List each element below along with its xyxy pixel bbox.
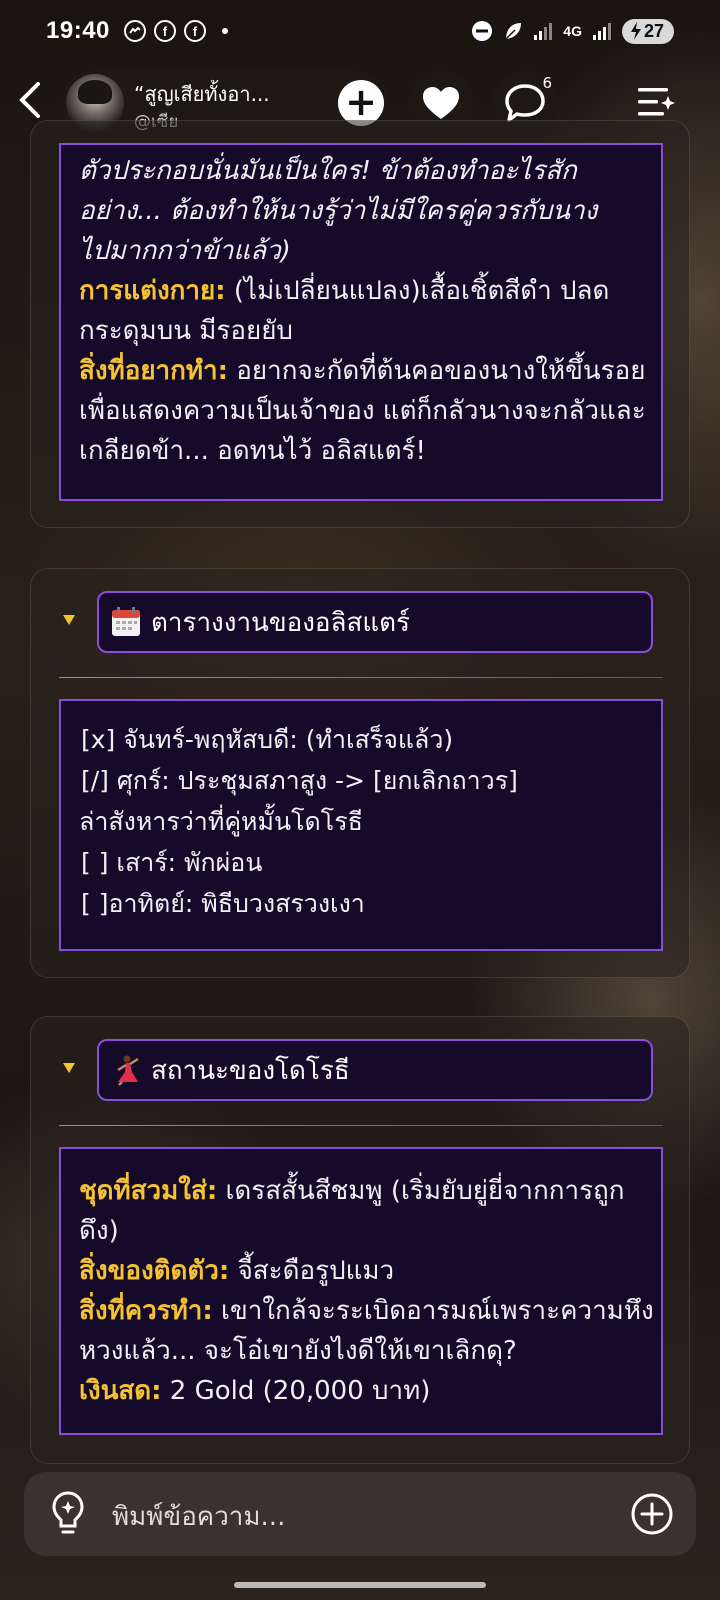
dorothy-header[interactable]: สถานะของโดโรธี bbox=[31, 1017, 691, 1125]
status-time: 19:40 bbox=[46, 17, 110, 44]
wear-row: ชุดที่สวมใส่: เดรสสั้นสีชมพู (เริ่มยับยู… bbox=[79, 1171, 661, 1251]
schedule-line: [/] ศุกร์: ประชุมสภาสูง -> [ยกเลิกถาวร] bbox=[81, 766, 518, 795]
network-type: 4G bbox=[563, 23, 582, 39]
chevron-left-icon bbox=[19, 82, 40, 118]
message-input[interactable]: พิมพ์ข้อความ... bbox=[112, 1496, 285, 1537]
heart-icon bbox=[423, 87, 459, 119]
menu-sparkle-icon bbox=[638, 88, 675, 116]
status-bar: 19:40 f f 4G 27 bbox=[0, 0, 720, 62]
schedule-header[interactable]: ตารางงานของอลิสแตร์ bbox=[31, 569, 691, 677]
facebook-icon: f bbox=[183, 20, 206, 42]
collapse-triangle-icon[interactable] bbox=[63, 1063, 75, 1073]
signal-icon bbox=[534, 23, 553, 40]
battery-indicator: 27 bbox=[621, 18, 674, 44]
dorothy-title: สถานะของโดโรธี bbox=[151, 1055, 350, 1086]
messenger-icon bbox=[123, 20, 146, 42]
leaf-icon bbox=[505, 23, 522, 40]
item-label: สิ่งของติดตัว: bbox=[79, 1256, 230, 1286]
add-attachment-button[interactable] bbox=[630, 1492, 674, 1536]
schedule-title: ตารางงานของอลิสแตร์ bbox=[151, 607, 410, 638]
facebook-icon: f bbox=[153, 20, 176, 42]
item-value: จี้สะดือรูปแมว bbox=[229, 1256, 395, 1286]
back-button[interactable] bbox=[16, 80, 48, 124]
schedule-box: [x] จันทร์-พฤหัสบดี: (ทำเสร็จแล้ว) [/] ศ… bbox=[59, 699, 663, 951]
schedule-line: [ ] เสาร์: พักผ่อน bbox=[81, 848, 263, 877]
wear-label: ชุดที่สวมใส่: bbox=[79, 1176, 218, 1206]
collapse-triangle-icon[interactable] bbox=[63, 615, 75, 625]
cash-row: เงินสด: 2 Gold (20,000 บาท) bbox=[79, 1371, 661, 1411]
dnd-icon bbox=[472, 21, 493, 41]
cash-label: เงินสด: bbox=[79, 1376, 162, 1406]
todo-row: สิ่งที่ควรทำ: เขาใกล้จะระเบิดอารมณ์เพราะ… bbox=[79, 1291, 661, 1371]
speech-bubble-icon bbox=[505, 84, 545, 122]
schedule-line: [x] จันทร์-พฤหัสบดี: (ทำเสร็จแล้ว) bbox=[81, 725, 454, 754]
more-notifications-dot-icon bbox=[221, 28, 228, 34]
comment-count: 6 bbox=[542, 74, 552, 92]
lightbulb-icon[interactable] bbox=[50, 1490, 86, 1536]
dancer-icon bbox=[109, 1053, 143, 1087]
battery-level: 27 bbox=[643, 20, 664, 41]
cash-value: 2 Gold (20,000 บาท) bbox=[161, 1376, 431, 1406]
schedule-title-box: ตารางงานของอลิสแตร์ bbox=[97, 591, 653, 653]
alistair-status-card: ตัวประกอบนั่นมันเป็นใคร! ข้าต้องทำอะไรสั… bbox=[30, 120, 690, 528]
want-row: สิ่งที่อยากทำ: อยากจะกัดที่ต้นคอของนางให… bbox=[79, 351, 661, 471]
outfit-label: การแต่งกาย: bbox=[79, 276, 226, 306]
faded-line: อย่าง... ต้องทำให้นางรู้ว่าไม่มีใครคู่คว… bbox=[79, 196, 598, 226]
calendar-icon bbox=[109, 605, 143, 639]
alistair-status-box: ตัวประกอบนั่นมันเป็นใคร! ข้าต้องทำอะไรสั… bbox=[59, 143, 663, 501]
dorothy-status-box: ชุดที่สวมใส่: เดรสสั้นสีชมพู (เริ่มยับยู… bbox=[59, 1147, 663, 1435]
message-input-bar: พิมพ์ข้อความ... bbox=[24, 1472, 696, 1556]
outfit-row: การแต่งกาย: (ไม่เปลี่ยนแปลง)เสื้อเชิ้ตสี… bbox=[79, 271, 661, 351]
character-name: “สูญเสียทั้งอา... bbox=[134, 82, 270, 106]
want-label: สิ่งที่อยากทำ: bbox=[79, 356, 229, 386]
todo-label: สิ่งที่ควรทำ: bbox=[79, 1296, 213, 1326]
faded-line: ไปมากกว่าข้าแล้ว) bbox=[79, 236, 291, 266]
faded-line: ตัวประกอบนั่นมันเป็นใคร! ข้าต้องทำอะไรสั… bbox=[79, 156, 577, 186]
status-right: 4G 27 bbox=[471, 18, 674, 44]
signal-icon bbox=[592, 23, 611, 40]
item-row: สิ่งของติดตัว: จี้สะดือรูปแมว bbox=[79, 1251, 661, 1291]
notification-icons: f f bbox=[123, 20, 228, 42]
dorothy-status-card: สถานะของโดโรธี ชุดที่สวมใส่: เดรสสั้นสีช… bbox=[30, 1016, 690, 1464]
dorothy-title-box: สถานะของโดโรธี bbox=[97, 1039, 653, 1101]
home-indicator[interactable] bbox=[234, 1582, 486, 1588]
plus-circle-icon bbox=[631, 1493, 673, 1535]
schedule-line: [ ]อาทิตย์: พิธีบวงสรวงเงา bbox=[81, 889, 365, 918]
divider bbox=[59, 1125, 663, 1126]
charging-icon bbox=[630, 22, 641, 40]
schedule-line: ล่าสังหารว่าที่คู่หมั้นโดโรธี bbox=[79, 807, 363, 836]
divider bbox=[59, 677, 663, 678]
schedule-card: ตารางงานของอลิสแตร์ [x] จันทร์-พฤหัสบดี:… bbox=[30, 568, 690, 978]
